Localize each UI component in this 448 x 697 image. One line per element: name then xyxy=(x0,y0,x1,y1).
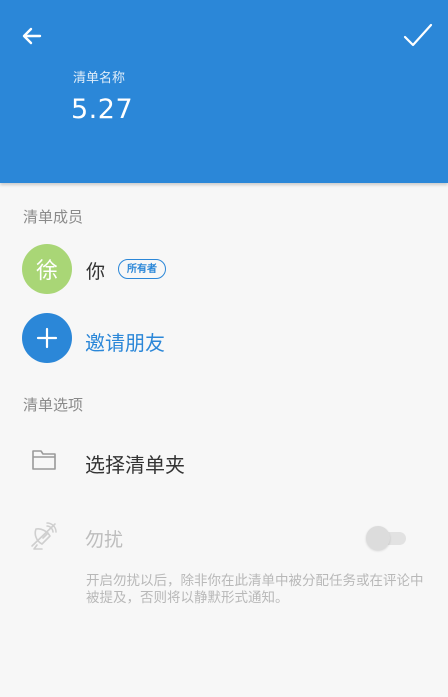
folder-icon xyxy=(32,450,56,470)
invite-friends-button[interactable]: 邀请朋友 xyxy=(0,312,448,368)
members-section-title: 清单成员 xyxy=(23,208,84,226)
invite-friends-label: 邀请朋友 xyxy=(85,331,165,355)
arrow-left-icon xyxy=(22,27,42,45)
list-name-label: 清单名称 xyxy=(73,71,126,86)
checkmark-icon xyxy=(403,23,433,47)
owner-badge: 所有者 xyxy=(118,259,166,279)
avatar: 徐 xyxy=(22,244,72,294)
plus-icon xyxy=(36,327,58,349)
member-name: 你 xyxy=(86,261,106,283)
app-header: 清单名称 5.27 xyxy=(0,0,448,183)
do-not-disturb-toggle[interactable] xyxy=(366,525,410,551)
invite-circle xyxy=(22,313,72,363)
options-section-title: 清单选项 xyxy=(23,396,84,414)
select-folder-label: 选择清单夹 xyxy=(85,453,185,477)
toggle-thumb xyxy=(366,526,390,550)
confirm-button[interactable] xyxy=(398,16,438,56)
do-not-disturb-description: 开启勿扰以后，除非你在此清单中被分配任务或在评论中被提及，否则将以静默形式通知。 xyxy=(86,573,424,606)
do-not-disturb-label: 勿扰 xyxy=(85,529,124,551)
select-folder-button[interactable]: 选择清单夹 xyxy=(0,434,448,488)
back-button[interactable] xyxy=(14,18,50,54)
do-not-disturb-row: 勿扰 xyxy=(0,512,448,564)
member-row: 徐 你 所有者 xyxy=(0,242,448,298)
muted-broadcast-icon xyxy=(31,522,57,550)
list-name-input[interactable]: 5.27 xyxy=(71,94,133,125)
